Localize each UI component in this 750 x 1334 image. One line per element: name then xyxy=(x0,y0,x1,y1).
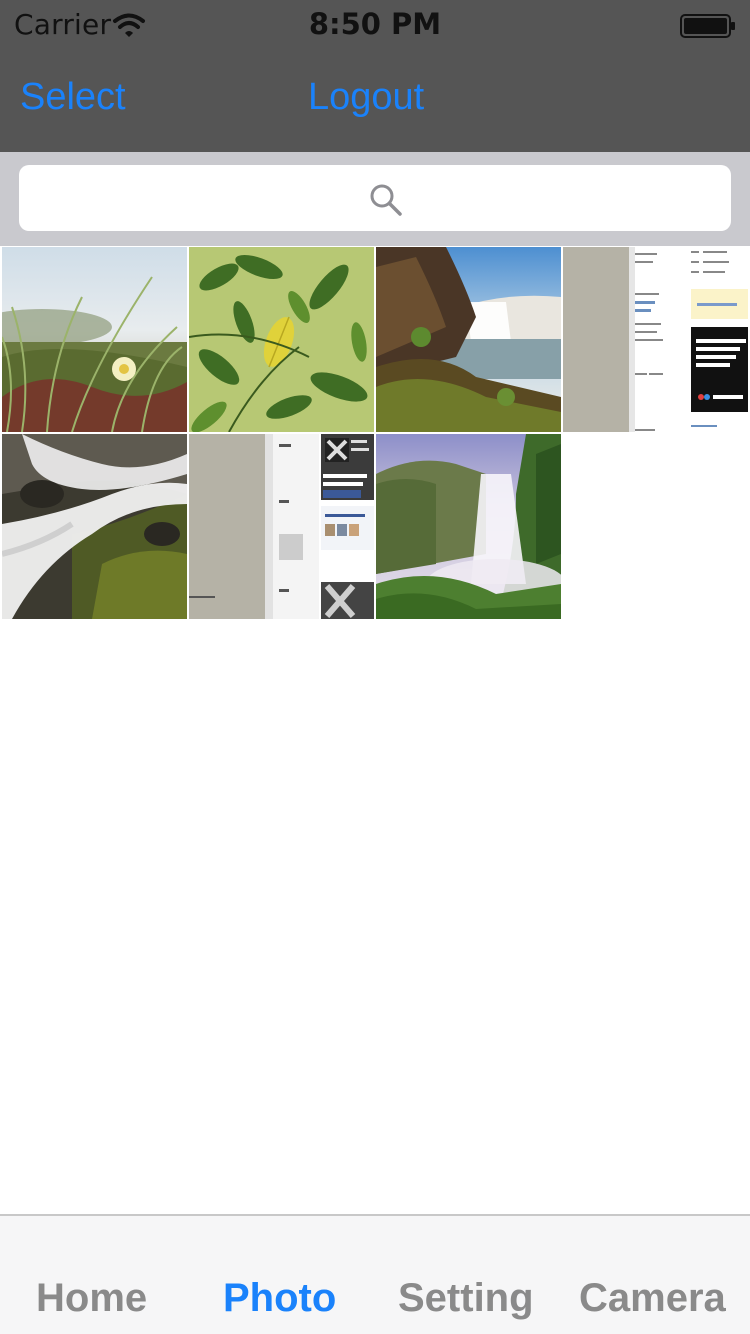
photo-image xyxy=(189,434,374,619)
photo-image xyxy=(376,434,561,619)
photo-thumbnail[interactable] xyxy=(563,247,748,432)
status-time: 8:50 PM xyxy=(308,7,442,41)
tab-bar: Home Photo Setting Camera xyxy=(0,1214,750,1334)
tab-camera[interactable]: Camera xyxy=(579,1276,726,1321)
photo-thumbnail[interactable] xyxy=(189,434,374,619)
photo-thumbnail[interactable] xyxy=(2,247,187,432)
photo-thumbnail[interactable] xyxy=(376,247,561,432)
battery-icon xyxy=(680,14,735,38)
navigation-bar: Select Logout xyxy=(0,48,750,152)
photo-image xyxy=(2,247,187,432)
photo-thumbnail[interactable] xyxy=(376,434,561,619)
photo-image xyxy=(376,247,561,432)
tab-setting[interactable]: Setting xyxy=(398,1276,534,1321)
photo-thumbnail[interactable] xyxy=(2,434,187,619)
select-button[interactable]: Select xyxy=(20,76,126,119)
photo-thumbnail[interactable] xyxy=(189,247,374,432)
search-bar xyxy=(0,152,750,246)
tab-photo[interactable]: Photo xyxy=(223,1276,336,1321)
photo-image xyxy=(2,434,187,619)
status-bar: Carrier 8:50 PM xyxy=(0,0,750,48)
tab-home[interactable]: Home xyxy=(36,1276,147,1321)
search-input[interactable] xyxy=(19,165,731,231)
search-icon xyxy=(370,184,402,216)
photo-image xyxy=(563,247,748,432)
logout-button[interactable]: Logout xyxy=(308,76,424,119)
photo-image xyxy=(189,247,374,432)
